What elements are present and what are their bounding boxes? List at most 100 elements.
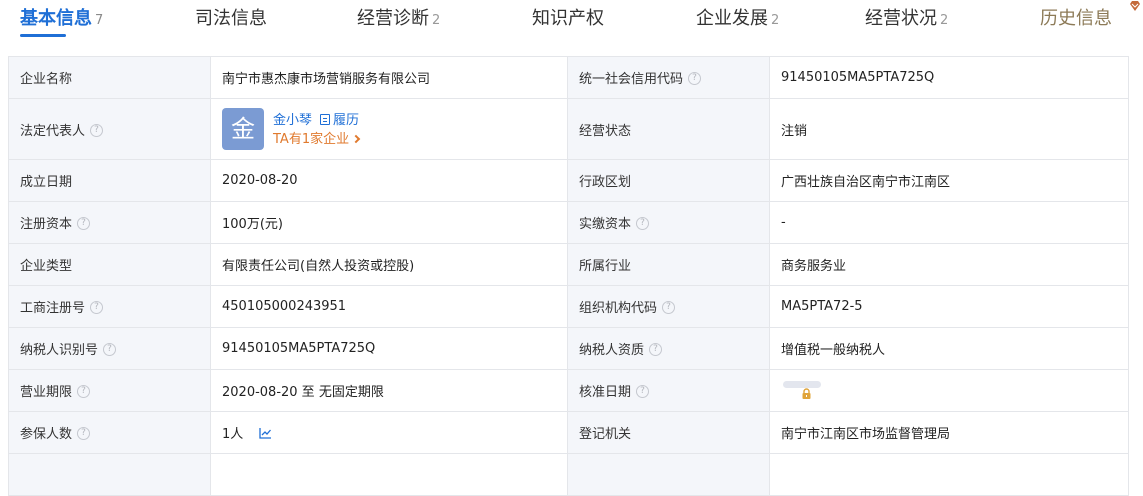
table-row: 工商注册号? 450105000243951 组织机构代码? MA5PTA72-…: [8, 285, 1129, 328]
label-text: 纳税人识别号: [20, 343, 99, 358]
active-tab-indicator: [20, 34, 66, 37]
paid-capital-label: 实缴资本?: [567, 201, 770, 244]
table-row: 参保人数? 1人 登记机关 南宁市江南区市场监督管理局: [8, 411, 1129, 454]
founded-value: 2020-08-20: [210, 159, 568, 202]
org-code-value: MA5PTA72-5: [769, 285, 1129, 328]
industry-label: 所属行业: [567, 243, 770, 286]
legal-rep-details: 金小琴 履历 TA有1家企业: [273, 109, 361, 150]
company-type-label: 企业类型: [8, 243, 211, 286]
value-text: 91450105MA5PTA725Q: [222, 341, 376, 356]
tab-history-info[interactable]: 历史信息: [1040, 8, 1112, 38]
partial-row-label: [567, 453, 770, 496]
question-circle-icon[interactable]: ?: [636, 217, 650, 230]
industry-value: 商务服务业: [769, 243, 1129, 286]
partial-row-value: [210, 453, 568, 496]
question-circle-icon[interactable]: ?: [662, 301, 676, 314]
approval-date-label: 核准日期?: [567, 369, 770, 412]
paid-capital-value: -: [769, 201, 1129, 244]
legal-rep-label: 法定代表人?: [8, 98, 211, 160]
legal-rep-companies-link[interactable]: TA有1家企业: [273, 130, 361, 150]
value-text: 91450105MA5PTA725Q: [781, 70, 935, 85]
partial-row-value: [769, 453, 1129, 496]
insured-label: 参保人数?: [8, 411, 211, 454]
chevron-right-icon: [351, 134, 361, 143]
taxpayer-id-value: 91450105MA5PTA725Q: [210, 327, 568, 370]
question-circle-icon[interactable]: ?: [649, 343, 663, 356]
tab-operation-status[interactable]: 经营状况 2: [865, 8, 948, 38]
tab-enterprise-development[interactable]: 企业发展 2: [696, 8, 779, 38]
resume-link[interactable]: 履历: [320, 113, 359, 128]
status-label: 经营状态: [567, 98, 770, 160]
label-text: 统一社会信用代码: [579, 72, 684, 87]
reg-no-label: 工商注册号?: [8, 285, 211, 328]
label-text: 法定代表人: [20, 123, 86, 139]
label-text: 纳税人资质: [579, 343, 645, 358]
founded-label: 成立日期: [8, 159, 211, 202]
tab-label: 知识产权: [532, 8, 604, 29]
question-circle-icon[interactable]: ?: [636, 385, 650, 398]
partial-row-label: [8, 453, 211, 496]
tab-label: 经营诊断: [357, 8, 429, 29]
credit-code-label: 统一社会信用代码?: [567, 56, 770, 99]
label-text: 经营状态: [579, 123, 632, 139]
reg-capital-value: 100万(元): [210, 201, 568, 244]
question-circle-icon[interactable]: ?: [103, 343, 117, 356]
label-text: 企业类型: [20, 259, 73, 274]
reg-capital-label: 注册资本?: [8, 201, 211, 244]
label-text: 参保人数: [20, 427, 73, 442]
value-text: 增值税一般纳税人: [781, 343, 886, 358]
tab-operation-diagnosis[interactable]: 经营诊断 2: [357, 8, 440, 38]
trend-chart-icon[interactable]: [259, 427, 272, 439]
label-text: 实缴资本: [579, 217, 632, 232]
value-text: 南宁市惠杰康市场营销服务有限公司: [222, 72, 431, 87]
tab-intellectual-property[interactable]: 知识产权: [532, 8, 604, 38]
question-circle-icon[interactable]: ?: [77, 385, 91, 398]
legal-rep-name-link[interactable]: 金小琴: [273, 113, 312, 128]
taxpayer-id-label: 纳税人识别号?: [8, 327, 211, 370]
table-row: 成立日期 2020-08-20 行政区划 广西壮族自治区南宁市江南区: [8, 159, 1129, 202]
value-text: 2020-08-20: [222, 173, 298, 188]
tab-label: 经营状况: [865, 8, 937, 29]
status-value: 注销: [769, 98, 1129, 160]
company-type-value: 有限责任公司(自然人投资或控股): [210, 243, 568, 286]
credit-code-value: 91450105MA5PTA725Q: [769, 56, 1129, 99]
authority-label: 登记机关: [567, 411, 770, 454]
question-circle-icon[interactable]: ?: [77, 217, 91, 230]
question-circle-icon[interactable]: ?: [90, 301, 104, 314]
tab-label: 司法信息: [195, 8, 267, 29]
approval-date-value: [769, 369, 1129, 412]
value-text: 100万(元): [222, 217, 283, 232]
label-text: 成立日期: [20, 175, 73, 190]
table-row: 注册资本? 100万(元) 实缴资本? -: [8, 201, 1129, 244]
label-text: 工商注册号: [20, 301, 86, 316]
table-row: 企业名称 南宁市惠杰康市场营销服务有限公司 统一社会信用代码? 91450105…: [8, 56, 1129, 99]
tab-label: 历史信息: [1040, 8, 1112, 29]
companies-text: TA有1家企业: [273, 131, 350, 147]
label-text: 企业名称: [20, 72, 73, 87]
tab-count: 2: [771, 13, 780, 28]
question-circle-icon[interactable]: ?: [90, 123, 104, 137]
lock-icon[interactable]: [801, 387, 812, 400]
question-circle-icon[interactable]: ?: [77, 427, 91, 440]
document-icon: [320, 113, 331, 125]
tab-judicial-info[interactable]: 司法信息: [195, 8, 267, 38]
label-text: 营业期限: [20, 385, 73, 400]
company-name-value: 南宁市惠杰康市场营销服务有限公司: [210, 56, 568, 99]
term-value: 2020-08-20 至 无固定期限: [210, 369, 568, 412]
company-name-label: 企业名称: [8, 56, 211, 99]
label-text: 注册资本: [20, 217, 73, 232]
diamond-icon[interactable]: [1129, 0, 1141, 12]
value-text: 注销: [781, 123, 808, 139]
legal-rep-name-line: 金小琴 履历: [273, 109, 359, 130]
tab-label: 基本信息: [20, 8, 92, 29]
question-circle-icon[interactable]: ?: [688, 72, 702, 85]
term-label: 营业期限?: [8, 369, 211, 412]
reg-no-value: 450105000243951: [210, 285, 568, 328]
avatar[interactable]: 金: [222, 108, 264, 150]
label-text: 组织机构代码: [579, 301, 658, 316]
tab-label: 企业发展: [696, 8, 768, 29]
region-label: 行政区划: [567, 159, 770, 202]
value-text: 2020-08-20 至 无固定期限: [222, 385, 384, 400]
value-text: 商务服务业: [781, 259, 847, 274]
label-text: 所属行业: [579, 259, 632, 274]
